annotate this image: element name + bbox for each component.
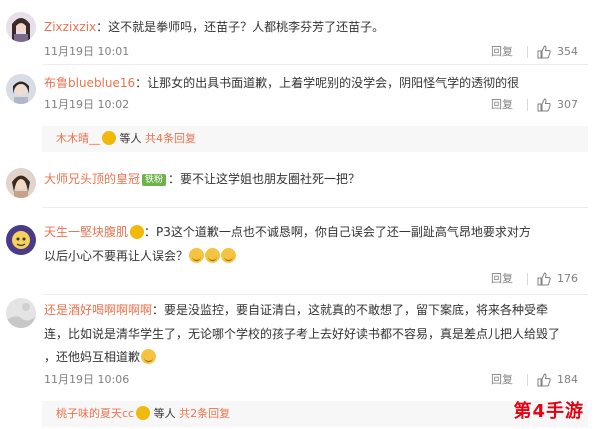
comment-time: 11月19日 10:01 bbox=[44, 45, 130, 58]
sub-reply-summary[interactable]: 木木晴__ 等人 共4条回复 bbox=[56, 126, 196, 152]
comment-username[interactable]: Zixzixzix bbox=[44, 20, 96, 34]
avatar[interactable] bbox=[6, 168, 36, 198]
avatar[interactable] bbox=[6, 298, 36, 328]
comment-body: 以后小心不要再让人误会？ bbox=[44, 249, 189, 263]
like-icon[interactable] bbox=[537, 45, 551, 59]
comment-username[interactable]: 还是酒好喝啊啊啊啊 bbox=[44, 303, 152, 317]
reply-button[interactable]: 回复 bbox=[491, 272, 513, 286]
comment-username[interactable]: 大师兄头顶的皇冠 bbox=[44, 172, 140, 186]
comment-text: 大师兄头顶的皇冠 铁粉 ：要不让这学姐也朋友圈社死一把？ bbox=[44, 170, 360, 188]
sub-reply-summary[interactable]: 桃子味的夏天cc 等人 共2条回复 bbox=[56, 401, 230, 427]
avatar[interactable] bbox=[6, 74, 36, 104]
like-icon[interactable] bbox=[537, 373, 551, 387]
comment-text: Zixzixzix：这不就是拳师吗，还苗子？人都桃李芬芳了还苗子。 bbox=[44, 18, 384, 36]
like-count: 354 bbox=[557, 45, 578, 58]
comment-body: ：要不让这学姐也朋友圈社死一把？ bbox=[168, 172, 361, 186]
comment-body: ，还他妈互相道歉 bbox=[44, 350, 141, 364]
comment-text-continued: 连，比如说是清华学生了，无论哪个学校的孩子考上去好好读书都不容易，真是差点儿把人… bbox=[44, 325, 560, 343]
action-divider bbox=[527, 374, 528, 386]
reply-button[interactable]: 回复 bbox=[491, 373, 513, 387]
comment-username[interactable]: 天生一堅块腹肌 bbox=[44, 225, 128, 239]
avatar[interactable] bbox=[6, 225, 36, 255]
vip-badge-icon bbox=[136, 406, 151, 420]
comment-body: ：这不就是拳师吗，还苗子？人都桃李芬芳了还苗子。 bbox=[96, 20, 385, 34]
reply-button[interactable]: 回复 bbox=[491, 45, 513, 59]
comment-text: 布鲁blueblue16：让那女的出具书面道歉，上着学呢别的没学会，阴阳怪气学的… bbox=[44, 74, 519, 92]
comment-divider bbox=[42, 207, 588, 208]
fan-badge: 铁粉 bbox=[142, 174, 167, 186]
smile-emoji-icon bbox=[205, 248, 221, 263]
comment-text: 天生一堅块腹肌 ：P3这个道歉一点也不诚恳啊，你自己误会了还一副趾高气昂地要求对方 bbox=[44, 223, 531, 241]
smile-emoji-icon bbox=[141, 349, 157, 364]
sub-reply-count[interactable]: 共4条回复 bbox=[145, 132, 196, 145]
comment-time: 11月19日 10:02 bbox=[44, 98, 130, 111]
like-icon[interactable] bbox=[537, 272, 551, 286]
comment-body: ：P3这个道歉一点也不诚恳啊，你自己误会了还一副趾高气昂地要求对方 bbox=[144, 225, 531, 239]
like-count: 307 bbox=[557, 98, 578, 111]
comment-username[interactable]: 布鲁blueblue16 bbox=[44, 76, 135, 90]
sub-reply-count[interactable]: 共2条回复 bbox=[179, 407, 230, 420]
action-divider bbox=[527, 273, 528, 285]
comment-body: ：让那女的出具书面道歉，上着学呢别的没学会，阴阳怪气学的透彻的很 bbox=[135, 76, 520, 90]
comment-text-continued: 以后小心不要再让人误会？ bbox=[44, 247, 237, 265]
vip-badge-icon bbox=[102, 131, 116, 145]
comment-divider bbox=[42, 294, 588, 295]
comment-text-continued: ，还他妈互相道歉 bbox=[44, 348, 157, 366]
watermark-logo: 第4手游 bbox=[513, 401, 584, 422]
comment-body: ：要是没监控，要自证清白，这就真的不敢想了，留下案底，将来各种受牵 bbox=[152, 303, 549, 317]
like-count: 184 bbox=[557, 373, 578, 386]
smile-emoji-icon bbox=[189, 248, 205, 263]
comment-text: 还是酒好喝啊啊啊啊：要是没监控，要自证清白，这就真的不敢想了，留下案底，将来各种… bbox=[44, 301, 548, 319]
sub-reply-suffix: 等人 bbox=[153, 407, 176, 420]
action-divider bbox=[527, 46, 528, 58]
action-divider bbox=[527, 99, 528, 111]
comment-time: 11月19日 10:06 bbox=[44, 373, 130, 386]
reply-button[interactable]: 回复 bbox=[491, 98, 513, 112]
like-count: 176 bbox=[557, 272, 578, 285]
avatar[interactable] bbox=[6, 12, 36, 42]
vip-badge-icon bbox=[130, 225, 145, 239]
sub-reply-user[interactable]: 桃子味的夏天cc bbox=[56, 407, 134, 420]
like-icon[interactable] bbox=[537, 98, 551, 112]
smile-emoji-icon bbox=[221, 248, 237, 263]
comment-divider bbox=[42, 64, 588, 65]
comment-body: 连，比如说是清华学生了，无论哪个学校的孩子考上去好好读书都不容易，真是差点儿把人… bbox=[44, 327, 561, 341]
sub-reply-user[interactable]: 木木晴__ bbox=[56, 132, 100, 145]
sub-reply-suffix: 等人 bbox=[119, 132, 142, 145]
